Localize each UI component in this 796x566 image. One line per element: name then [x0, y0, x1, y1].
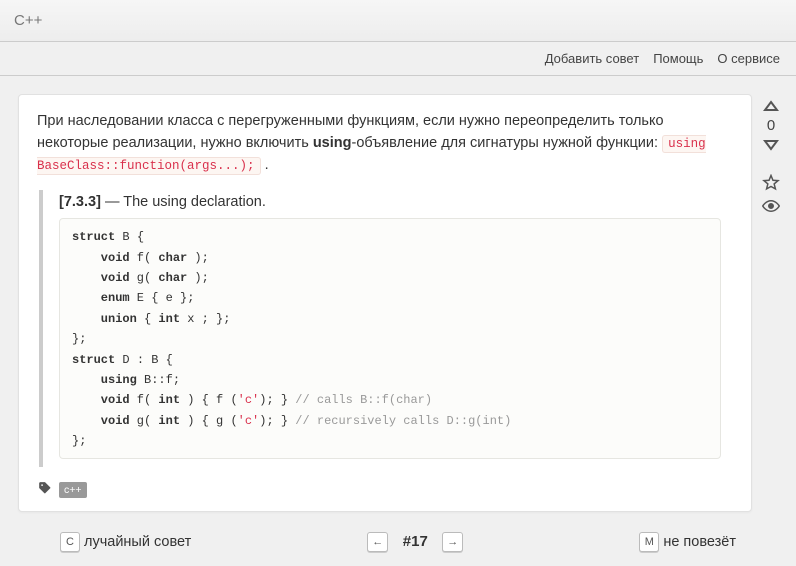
bottom-nav: С лучайный совет ← #17 → М не повезёт — [0, 520, 796, 566]
unlucky-button[interactable]: М не повезёт — [639, 532, 736, 552]
link-help[interactable]: Помощь — [653, 51, 703, 66]
star-icon[interactable] — [762, 174, 780, 195]
unlucky-label: не повезёт — [663, 534, 736, 550]
desc-text-2: -объявление для сигнатуры нужной функции… — [351, 135, 662, 151]
linkbar: Добавить совет Помощь О сервисе — [0, 42, 796, 76]
tip-card: При наследовании класса с перегруженными… — [18, 94, 752, 512]
prev-button[interactable]: ← — [367, 532, 388, 552]
link-about[interactable]: О сервисе — [717, 51, 780, 66]
post-id: #17 — [398, 533, 432, 550]
desc-bold: using — [313, 135, 352, 151]
tag-row: c++ — [37, 481, 733, 499]
topbar: C++ — [0, 0, 796, 42]
page-title: C++ — [14, 12, 42, 29]
random-label: лучайный совет — [84, 534, 191, 550]
quote-title: — The using declaration. — [101, 194, 266, 210]
next-button[interactable]: → — [442, 532, 463, 552]
key-s: С — [60, 532, 80, 552]
key-m: М — [639, 532, 659, 552]
tag-icon — [37, 481, 53, 499]
pager: ← #17 → — [367, 532, 463, 552]
quote-heading: [7.3.3] — The using declaration. — [59, 194, 721, 210]
tip-description: При наследовании класса с перегруженными… — [37, 111, 733, 176]
tag-cpp[interactable]: c++ — [59, 482, 87, 498]
reference-quote: [7.3.3] — The using declaration. struct … — [39, 190, 731, 466]
content: При наследовании класса с перегруженными… — [0, 76, 796, 520]
downvote-icon[interactable] — [763, 137, 779, 154]
random-tip-button[interactable]: С лучайный совет — [60, 532, 191, 552]
eye-icon[interactable] — [762, 199, 780, 216]
vote-score: 0 — [767, 117, 775, 135]
code-block: struct B { void f( char ); void g( char … — [59, 218, 721, 458]
link-add-tip[interactable]: Добавить совет — [545, 51, 639, 66]
upvote-icon[interactable] — [763, 98, 779, 115]
vote-column: 0 — [760, 94, 782, 512]
quote-ref: [7.3.3] — [59, 194, 101, 210]
desc-dot: . — [261, 157, 269, 173]
